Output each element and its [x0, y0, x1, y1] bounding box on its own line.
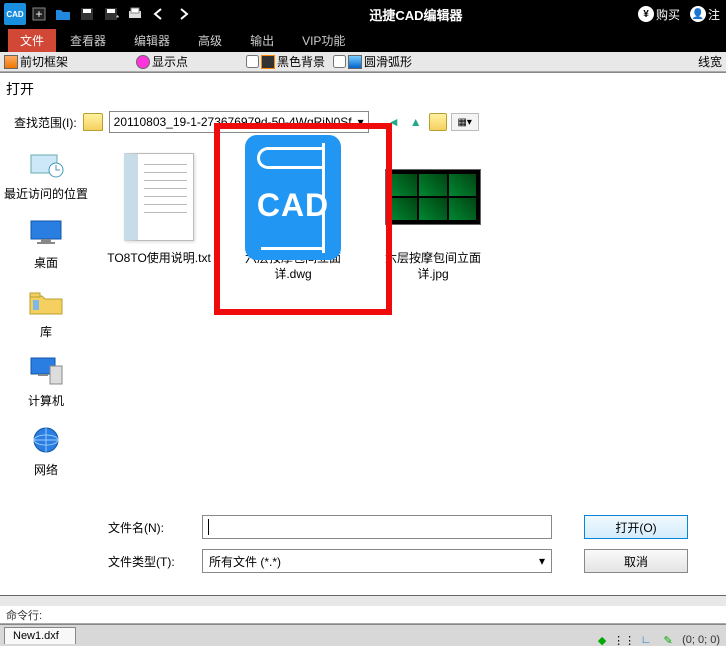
places-sidebar: 最近访问的位置 桌面 库 计算机 网络 [0, 139, 92, 509]
chevron-down-icon: ▾ [358, 115, 364, 129]
dialog-title: 打开 [0, 73, 724, 109]
menubar: 文件 查看器 编辑器 高级 输出 VIP功能 [0, 28, 726, 52]
app-title: 迅捷CAD编辑器 [194, 5, 638, 24]
point-icon[interactable] [136, 55, 150, 69]
menu-file[interactable]: 文件 [8, 29, 56, 52]
bg-icon [261, 55, 275, 69]
tool-show[interactable]: 显示点 [152, 53, 188, 70]
nav-back-icon[interactable]: ◄ [385, 113, 403, 131]
path-dropdown[interactable]: 20110803_19-1-273676979d-50-4WgRiN0Sf ▾ [109, 111, 369, 133]
filetype-dropdown[interactable]: 所有文件 (*.*) ▾ [202, 549, 552, 573]
status-icon-3[interactable]: ∟ [638, 632, 654, 648]
open-dialog: 打开 查找范围(I): 20110803_19-1-273676979d-50-… [0, 72, 726, 595]
text-cursor [208, 519, 209, 535]
save-icon[interactable] [76, 3, 98, 25]
menu-output[interactable]: 输出 [236, 30, 288, 51]
svg-text:+: + [35, 7, 42, 21]
status-icon-2[interactable]: ⋮⋮ [616, 632, 632, 648]
computer-icon [27, 354, 65, 388]
yen-icon: ¥ [638, 6, 654, 22]
arc-checkbox[interactable] [333, 55, 346, 68]
txt-file-icon [124, 153, 194, 241]
sidebar-desktop[interactable]: 桌面 [27, 216, 65, 271]
jpg-thumb-icon [385, 169, 481, 225]
save-as-icon[interactable]: * [100, 3, 122, 25]
network-icon [27, 423, 65, 457]
menu-editor[interactable]: 编辑器 [120, 30, 184, 51]
view-menu-icon[interactable]: ▦▾ [451, 113, 479, 131]
svg-text:*: * [116, 14, 119, 22]
sidebar-computer[interactable]: 计算机 [27, 354, 65, 409]
user-icon: 👤 [690, 6, 706, 22]
tool-lw[interactable]: 线宽 [698, 53, 722, 70]
ribbon-toolbar: 前切框架 显示点 黑色背景 圆滑弧形 线宽 [0, 52, 726, 72]
sidebar-library[interactable]: 库 [27, 285, 65, 340]
redo-icon[interactable] [172, 3, 194, 25]
new-folder-icon[interactable] [429, 113, 447, 131]
file-item-txt[interactable]: TO8TO使用说明.txt [100, 149, 218, 267]
filename-input[interactable] [202, 515, 552, 539]
chevron-down-icon: ▾ [539, 554, 545, 568]
command-line-label: 命令行: [0, 606, 726, 624]
bg-checkbox[interactable] [246, 55, 259, 68]
undo-icon[interactable] [148, 3, 170, 25]
sidebar-network[interactable]: 网络 [27, 423, 65, 478]
status-icon-1[interactable]: ◆ [594, 632, 610, 648]
tool-arc[interactable]: 圆滑弧形 [364, 53, 412, 70]
crop-icon[interactable] [4, 55, 18, 69]
register-button[interactable]: 👤注 [690, 6, 720, 23]
recent-places-icon [27, 147, 65, 181]
sidebar-recent[interactable]: 最近访问的位置 [4, 147, 88, 202]
menu-advanced[interactable]: 高级 [184, 30, 236, 51]
app-logo-icon: CAD [4, 3, 26, 25]
file-item-jpg[interactable]: 六层按摩包间立面详.jpg [374, 149, 492, 282]
filetype-label: 文件类型(T): [108, 553, 190, 570]
menu-vip[interactable]: VIP功能 [288, 30, 359, 51]
tool-bg[interactable]: 黑色背景 [277, 53, 325, 70]
library-icon [27, 285, 65, 319]
document-tab[interactable]: New1.dxf [4, 627, 76, 644]
folder-icon [83, 113, 103, 131]
filename-label: 文件名(N): [108, 519, 190, 536]
buy-button[interactable]: ¥购买 [638, 6, 680, 23]
open-button[interactable]: 打开(O) [584, 515, 688, 539]
arc-icon [348, 55, 362, 69]
cad-file-icon: CAD [245, 135, 341, 260]
menu-viewer[interactable]: 查看器 [56, 30, 120, 51]
new-file-icon[interactable]: + [28, 3, 50, 25]
tool-crop[interactable]: 前切框架 [20, 53, 68, 70]
desktop-icon [27, 216, 65, 250]
status-bar-right: ◆ ⋮⋮ ∟ ✎ (0; 0; 0) [594, 632, 720, 648]
file-item-dwg[interactable]: CAD 六层按摩包间立面详.dwg [234, 149, 352, 282]
cancel-button[interactable]: 取消 [584, 549, 688, 573]
titlebar: CAD + * 迅捷CAD编辑器 ¥购买 👤注 [0, 0, 726, 28]
print-icon[interactable] [124, 3, 146, 25]
open-file-icon[interactable] [52, 3, 74, 25]
coordinates: (0; 0; 0) [682, 634, 720, 646]
status-icon-4[interactable]: ✎ [660, 632, 676, 648]
file-list[interactable]: TO8TO使用说明.txt CAD 六层按摩包间立面详.dwg 六层按摩包间立面… [92, 139, 724, 509]
nav-up-icon[interactable]: ▲ [407, 113, 425, 131]
scope-label: 查找范围(I): [14, 114, 77, 131]
